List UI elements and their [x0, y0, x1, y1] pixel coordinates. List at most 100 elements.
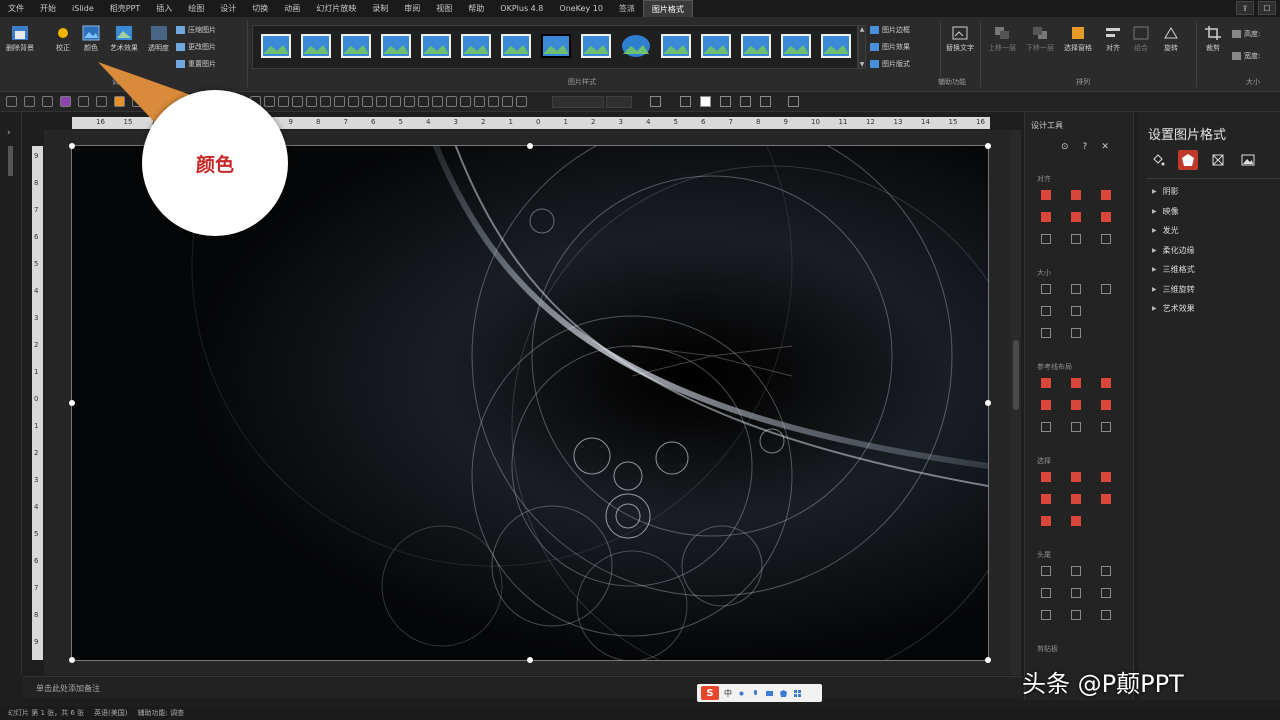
picture-style-thumb[interactable] [701, 34, 731, 58]
format-section[interactable]: ▶ 三维格式 [1152, 264, 1195, 275]
effects-tab-icon[interactable] [1178, 150, 1198, 170]
align-button[interactable]: 对齐 [1104, 25, 1122, 53]
design-tool-icon[interactable] [1101, 284, 1111, 294]
design-tool-icon[interactable] [1071, 422, 1081, 432]
format-section[interactable]: ▶ 柔化边缘 [1152, 245, 1195, 256]
skin-icon[interactable] [779, 689, 788, 698]
expand-arrow-icon[interactable]: ▶ [1152, 247, 1157, 254]
shape-icon[interactable] [516, 96, 527, 107]
comment-icon[interactable]: ☐ [1258, 1, 1276, 15]
close-icon[interactable]: ✕ [1101, 142, 1109, 152]
resize-handle-bottom[interactable] [527, 657, 533, 663]
tab-10[interactable]: 录制 [364, 0, 396, 17]
picture-style-thumb[interactable] [781, 34, 811, 58]
ime-language[interactable]: 中 [724, 688, 732, 699]
tab-9[interactable]: 幻灯片放映 [308, 0, 364, 17]
design-tool-icon[interactable] [1071, 472, 1081, 482]
color-button[interactable]: 颜色 [82, 25, 100, 53]
design-tool-icon[interactable] [1101, 378, 1111, 388]
slides-tab-icon[interactable] [8, 146, 13, 176]
purple-tool-icon[interactable] [488, 96, 499, 107]
format-painter-icon[interactable] [474, 96, 485, 107]
redo-icon[interactable] [348, 96, 359, 107]
tab-12[interactable]: 视图 [428, 0, 460, 17]
design-tool-icon[interactable] [1041, 422, 1051, 432]
crop-tool-icon[interactable] [278, 96, 289, 107]
crop-tool-icon[interactable] [390, 96, 401, 107]
undo-icon[interactable] [334, 96, 345, 107]
design-tool-icon[interactable] [1071, 610, 1081, 620]
design-tool-icon[interactable] [1071, 400, 1081, 410]
fill-icon[interactable] [306, 96, 317, 107]
sogou-logo-icon[interactable]: S [701, 686, 719, 700]
design-tool-icon[interactable] [1041, 472, 1051, 482]
design-tool-icon[interactable] [1071, 234, 1081, 244]
resize-handle-top[interactable] [527, 143, 533, 149]
format-section[interactable]: ▶ 三维旋转 [1152, 284, 1195, 295]
scroll-down-icon[interactable]: ▼ [860, 61, 865, 68]
format-painter-icon[interactable] [42, 96, 53, 107]
design-tool-icon[interactable] [1041, 284, 1051, 294]
compress-pictures-button[interactable]: 压缩图片 [176, 25, 216, 35]
shape-icon[interactable] [292, 96, 303, 107]
tab-16[interactable]: 签派 [611, 0, 643, 17]
tab-6[interactable]: 设计 [212, 0, 244, 17]
help-icon[interactable]: ? [1083, 142, 1088, 152]
resize-handle-right[interactable] [985, 400, 991, 406]
picture-style-thumb[interactable] [621, 34, 651, 58]
undo-icon[interactable] [6, 96, 17, 107]
design-tool-icon[interactable] [1071, 566, 1081, 576]
picture-style-thumb[interactable] [381, 34, 411, 58]
ime-toolbar[interactable]: S 中 [697, 684, 822, 702]
design-tool-icon[interactable] [1041, 234, 1051, 244]
outline-icon[interactable] [432, 96, 443, 107]
font-color-icon[interactable] [650, 96, 661, 107]
pin-icon[interactable]: ⊙ [1061, 142, 1069, 152]
design-tool-icon[interactable] [1041, 588, 1051, 598]
design-tool-icon[interactable] [1101, 566, 1111, 576]
design-tool-icon[interactable] [1041, 494, 1051, 504]
highlight-icon[interactable] [700, 96, 711, 107]
picture-style-thumb[interactable] [461, 34, 491, 58]
design-tool-icon[interactable] [1071, 378, 1081, 388]
design-tool-icon[interactable] [1101, 610, 1111, 620]
purple-tool-icon[interactable] [264, 96, 275, 107]
more-icon[interactable] [788, 96, 799, 107]
rotate-button[interactable]: 旋转 [1162, 25, 1180, 53]
scrollbar-thumb[interactable] [1013, 340, 1019, 410]
format-section[interactable]: ▶ 映像 [1152, 206, 1179, 217]
corrections-button[interactable]: 校正 [54, 25, 72, 53]
expand-arrow-icon[interactable]: ▶ [1152, 208, 1157, 215]
picture-style-thumb[interactable] [541, 34, 571, 58]
tab-4[interactable]: 插入 [148, 0, 180, 17]
format-section[interactable]: ▶ 阴影 [1152, 186, 1179, 197]
design-tool-icon[interactable] [1101, 588, 1111, 598]
picture-style-thumb[interactable] [821, 34, 851, 58]
punctuation-icon[interactable] [737, 689, 746, 698]
design-tool-icon[interactable] [1071, 328, 1081, 338]
format-section[interactable]: ▶ 艺术效果 [1152, 303, 1195, 314]
design-tool-icon[interactable] [1071, 284, 1081, 294]
notes-pane[interactable]: 单击此处添加备注 [22, 676, 1022, 698]
picture-style-thumb[interactable] [501, 34, 531, 58]
design-tool-icon[interactable] [1041, 190, 1051, 200]
crop-tool-icon[interactable] [78, 96, 89, 107]
format-painter-icon[interactable] [362, 96, 373, 107]
outline-icon[interactable] [320, 96, 331, 107]
picture-style-thumb[interactable] [341, 34, 371, 58]
picture-style-thumb[interactable] [581, 34, 611, 58]
resize-handle-top-left[interactable] [69, 143, 75, 149]
send-backward-button[interactable]: 下移一层 [1026, 25, 1054, 53]
thumbnail-strip-collapsed[interactable]: › [0, 112, 22, 675]
design-tool-icon[interactable] [1101, 212, 1111, 222]
design-tool-icon[interactable] [1041, 212, 1051, 222]
design-tool-icon[interactable] [1071, 306, 1081, 316]
fill-icon[interactable] [114, 96, 125, 107]
tab-2[interactable]: iSlide [64, 0, 102, 17]
expand-chevron-icon[interactable]: › [7, 128, 11, 138]
accessibility-status[interactable]: 辅助功能: 调查 [138, 708, 185, 718]
group-button[interactable]: 组合 [1132, 25, 1150, 53]
design-tool-icon[interactable] [1101, 400, 1111, 410]
design-tool-icon[interactable] [1101, 190, 1111, 200]
keyboard-icon[interactable] [765, 689, 774, 698]
